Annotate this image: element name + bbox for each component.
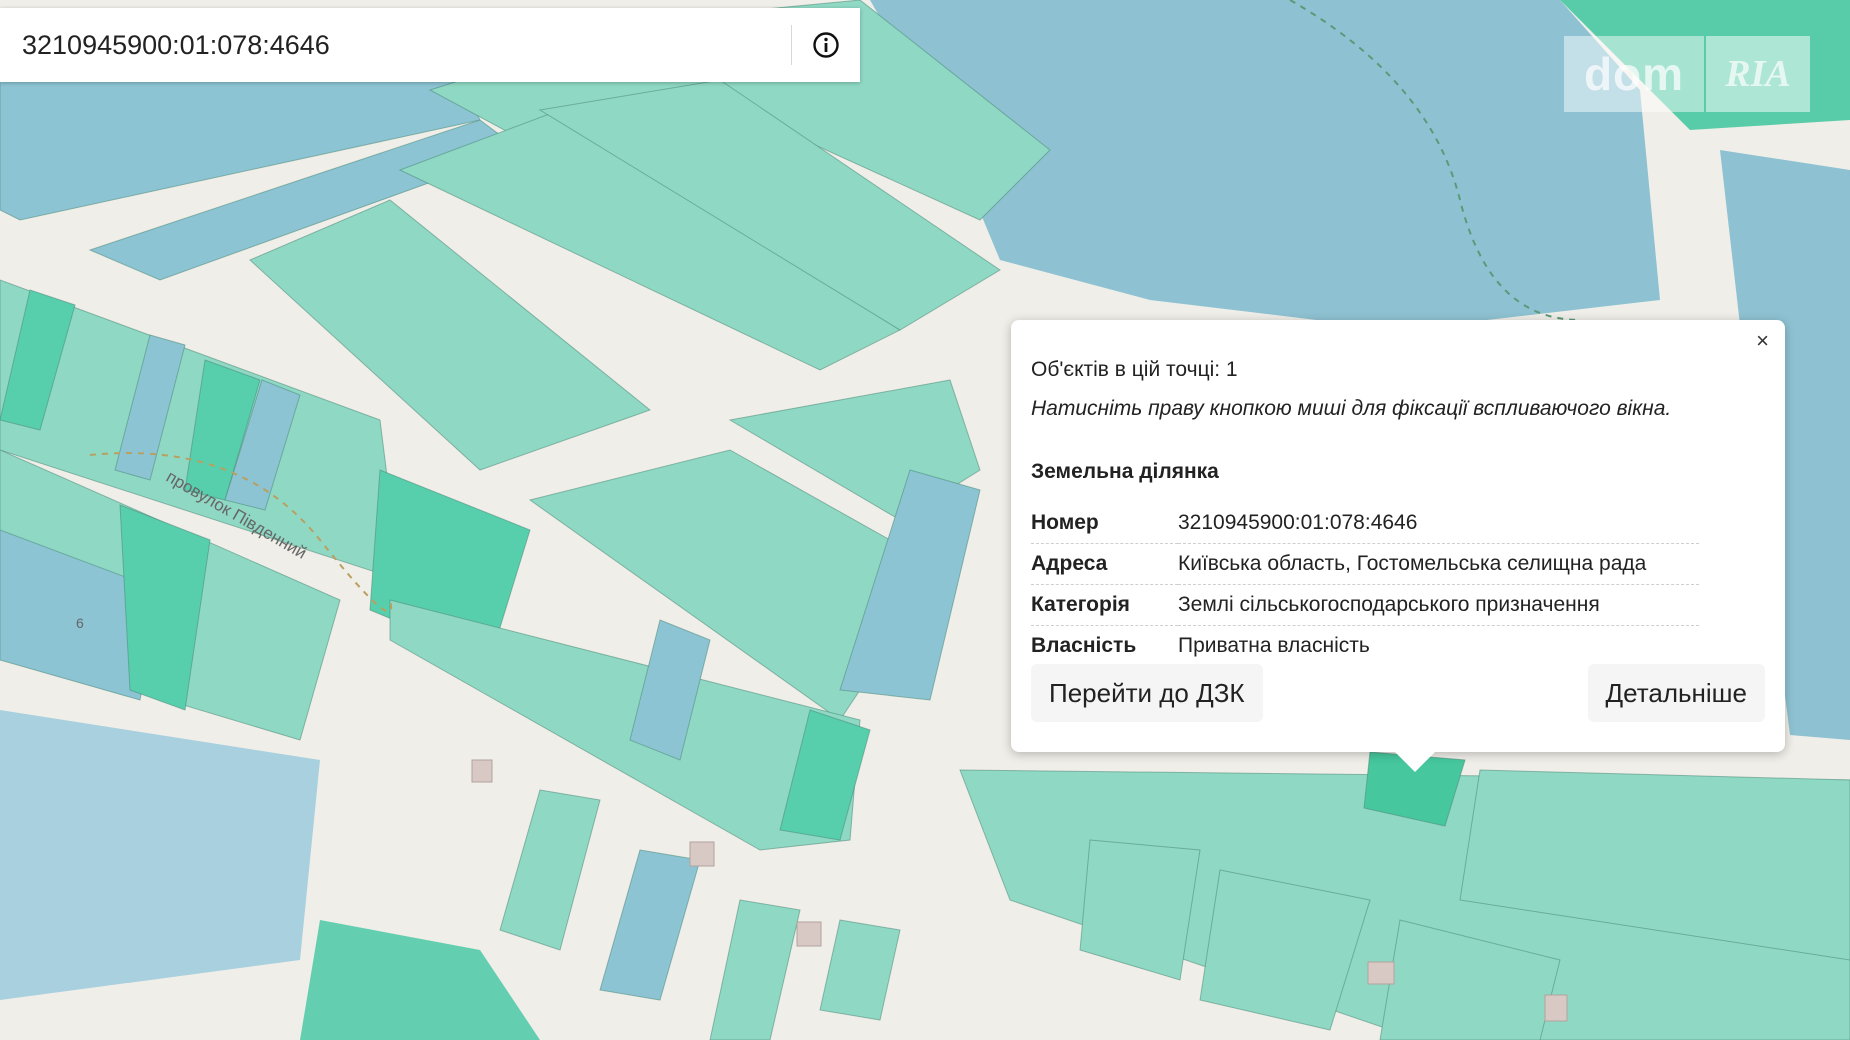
popup-heading: Земельна ділянка [1031, 460, 1219, 483]
logo-dom-text: dom [1564, 36, 1704, 112]
property-value: Київська область, Гостомельська селищна … [1178, 543, 1699, 585]
building [689, 841, 715, 867]
property-key: Категорія [1031, 584, 1178, 626]
close-icon[interactable]: × [1756, 330, 1769, 352]
house-number: 6 [76, 615, 84, 631]
parcel-info-popup: × Об'єктів в цій точці: 1 Натисніть прав… [1011, 320, 1785, 772]
table-row: Адреса Київська область, Гостомельська с… [1031, 543, 1699, 585]
info-icon [813, 32, 839, 58]
property-value: 3210945900:01:078:4646 [1178, 503, 1699, 544]
building [796, 921, 822, 947]
go-to-dzk-button[interactable]: Перейти до ДЗК [1031, 664, 1263, 722]
search-input[interactable] [0, 7, 791, 83]
table-row: Власність Приватна власність [1031, 626, 1699, 667]
property-key: Власність [1031, 634, 1137, 657]
building [1367, 961, 1395, 985]
info-button[interactable] [792, 8, 860, 82]
property-key: Номер [1031, 503, 1178, 544]
popup-hint: Натисніть праву кнопкою миші для фіксаці… [1031, 397, 1672, 420]
water-area-left [0, 710, 320, 1000]
property-value: Приватна власність [1178, 634, 1370, 657]
logo-ria-text: RIA [1706, 36, 1810, 112]
domria-logo[interactable]: dom RIA [1564, 36, 1810, 112]
building [1544, 994, 1568, 1022]
parcel-properties-table: Номер 3210945900:01:078:4646 Адреса Київ… [1031, 503, 1699, 666]
details-button[interactable]: Детальніше [1587, 664, 1765, 722]
table-row: Номер 3210945900:01:078:4646 [1031, 503, 1699, 544]
popup-pointer [1395, 752, 1435, 772]
property-value: Землі сільськогосподарського призначення [1178, 584, 1699, 626]
cadastral-search-box [0, 7, 860, 83]
building [471, 759, 493, 783]
table-row: Категорія Землі сільськогосподарського п… [1031, 584, 1699, 626]
objects-count: Об'єктів в цій точці: 1 [1031, 358, 1238, 381]
property-key: Адреса [1031, 543, 1178, 585]
